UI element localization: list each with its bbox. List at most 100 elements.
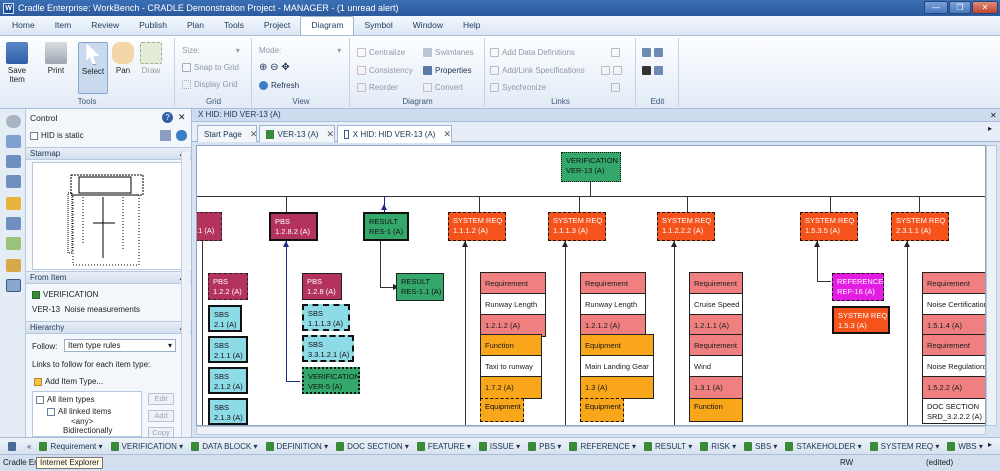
- menu-item[interactable]: Item: [45, 17, 82, 35]
- move-icon[interactable]: ✥: [281, 62, 289, 73]
- select-button[interactable]: Select: [78, 42, 108, 94]
- consistency-button[interactable]: Consistency: [357, 64, 413, 76]
- close-document-icon[interactable]: ✕: [990, 111, 997, 120]
- hid-static-checkbox[interactable]: HID is static: [30, 131, 84, 140]
- type-pbs[interactable]: PBS ▾: [528, 441, 561, 451]
- type-reference[interactable]: REFERENCE ▾: [569, 441, 636, 451]
- node-function-partial[interactable]: Function: [689, 398, 743, 422]
- edit-icon-row-1[interactable]: [642, 46, 666, 58]
- links-extra-icon-2[interactable]: [601, 64, 625, 76]
- item-type-tree[interactable]: All item types All linked items <any> Bi…: [32, 391, 142, 437]
- swimlanes-button[interactable]: Swimlanes: [423, 46, 474, 58]
- node-system-req-1-1-1-3[interactable]: SYSTEM REQ 1.1.1.3 (A): [548, 212, 606, 241]
- gear-icon[interactable]: [6, 115, 21, 128]
- zoom-out-icon[interactable]: ⊖: [270, 62, 278, 73]
- refresh-panel-icon[interactable]: [176, 130, 187, 141]
- requirement-card-runway-length-2[interactable]: Requirement Runway Length 1.2.1.2 (A): [580, 272, 646, 337]
- zoom-in-icon[interactable]: ⊕: [259, 62, 267, 73]
- add-link-specifications-button[interactable]: Add/Link Specifications: [490, 64, 585, 76]
- node-pbs-1-2-8-2[interactable]: PBS 1.2.8.2 (A): [269, 212, 318, 241]
- type-wbs[interactable]: WBS ▾: [947, 441, 983, 451]
- canvas-vertical-scrollbar[interactable]: [986, 145, 997, 426]
- diagram-canvas[interactable]: VERIFICATION VER-13 (A) .1 (A) PBS 1.2.8.2…: [196, 145, 986, 426]
- node-verification-ver-5[interactable]: VERIFICATION VER-5 (A): [302, 367, 360, 394]
- add-button[interactable]: Add: [148, 410, 174, 422]
- chart-icon[interactable]: [6, 217, 21, 230]
- size-field[interactable]: Size: ▾: [182, 44, 240, 56]
- tab-ver-13[interactable]: VER-13 (A) ✕: [259, 125, 335, 142]
- requirement-card-cruise-speed[interactable]: Requirement Cruise Speed 1.2.1.1 (A): [689, 272, 743, 337]
- menu-review[interactable]: Review: [81, 17, 129, 35]
- node-system-req-1-5-3[interactable]: SYSTEM REQ 1.5.3 (A): [832, 306, 890, 334]
- type-sbs[interactable]: SBS ▾: [744, 441, 777, 451]
- refresh-button[interactable]: Refresh: [259, 79, 299, 91]
- node-result-res-1[interactable]: RESULT RES-1 (A): [363, 212, 409, 241]
- close-button[interactable]: ✕: [972, 1, 998, 14]
- node-sbs-3-3-1-2-1[interactable]: SBS 3.3.1.2.1 (A): [302, 335, 354, 362]
- maximize-button[interactable]: ❐: [949, 1, 971, 14]
- node-sbs-1-1-1-3[interactable]: SBS 1.1.1.3 (A): [302, 304, 350, 331]
- type-doc-section[interactable]: DOC SECTION ▾: [336, 441, 409, 451]
- node-sbs-2-1-1[interactable]: SBS 2.1.1 (A): [208, 336, 248, 363]
- node-sbs-2-1[interactable]: SBS 2.1 (A): [208, 305, 242, 332]
- menu-publish[interactable]: Publish: [129, 17, 177, 35]
- type-data-block[interactable]: DATA BLOCK ▾: [191, 441, 258, 451]
- tab-hid-ver-13[interactable]: X HID: HID VER-13 (A) ✕: [337, 125, 452, 143]
- node-pbs-1-2-8[interactable]: PBS 1.2.8 (A): [302, 273, 342, 300]
- node-pbs-1-2-2[interactable]: PBS 1.2.2 (A): [208, 273, 248, 300]
- canvas-horizontal-scrollbar[interactable]: [196, 426, 986, 435]
- mode-field[interactable]: Mode: ▾: [259, 44, 341, 56]
- type-stakeholder[interactable]: STAKEHOLDER ▾: [785, 441, 862, 451]
- menu-project[interactable]: Project: [254, 17, 300, 35]
- menu-window[interactable]: Window: [403, 17, 453, 35]
- properties-button[interactable]: Properties: [423, 64, 471, 76]
- links-extra-icon-1[interactable]: [611, 46, 623, 58]
- left-panel-scrollbar[interactable]: [181, 152, 190, 437]
- function-card-taxi-to-runway[interactable]: Function Taxi to runway 1.7.2 (A): [480, 334, 542, 399]
- node-equipment-partial-2[interactable]: Equipment: [580, 398, 624, 422]
- type-bar-options-icon[interactable]: [8, 441, 19, 451]
- type-risk[interactable]: RISK ▾: [700, 441, 736, 451]
- edit-icon-row-2[interactable]: [642, 64, 666, 76]
- equipment-card-main-landing-gear[interactable]: Equipment Main Landing Gear 1.3 (A): [580, 334, 654, 399]
- menu-symbol[interactable]: Symbol: [354, 17, 402, 35]
- add-data-definitions-button[interactable]: Add Data Definitions: [490, 46, 575, 58]
- node-sbs-2-1-3[interactable]: SBS 2.1.3 (A): [208, 398, 248, 425]
- node-system-req-1-1-1-2[interactable]: SYSTEM REQ 1.1.1.2 (A): [448, 212, 506, 241]
- check-icon[interactable]: [6, 237, 21, 250]
- close-tab-icon[interactable]: ✕: [250, 127, 258, 142]
- tree-all-linked-items[interactable]: All linked items: [47, 407, 111, 416]
- synchronize-button[interactable]: Synchronize: [490, 81, 546, 93]
- convert-button[interactable]: Convert: [423, 81, 463, 93]
- node-reference-ref-16[interactable]: REFERENCE REF-16 (A): [832, 273, 884, 301]
- node-system-req-1-1-2-2-2[interactable]: SYSTEM REQ 1.1.2.2.2 (A): [657, 212, 715, 241]
- node-doc-section[interactable]: DOC SECTION SRD_3.2.2.2 (A): [922, 398, 985, 424]
- type-requirement[interactable]: Requirement ▾: [39, 441, 103, 451]
- reorder-button[interactable]: Reorder: [357, 81, 398, 93]
- minimize-button[interactable]: —: [924, 1, 948, 14]
- print-button[interactable]: Print: [43, 42, 69, 75]
- starmap-header[interactable]: Starmap▲: [26, 147, 191, 160]
- add-item-type-button[interactable]: Add Item Type...: [34, 377, 103, 386]
- node-sbs-2-1-2[interactable]: SBS 2.1.2 (A): [208, 367, 248, 394]
- node-root-verification[interactable]: VERIFICATION VER-13 (A): [561, 152, 621, 182]
- close-tab-icon[interactable]: ✕: [326, 127, 334, 142]
- tab-start-page[interactable]: Start Page ✕: [197, 125, 257, 142]
- node-system-req-1-5-3-5[interactable]: SYSTEM REQ 1.5.3.5 (A): [800, 212, 858, 241]
- type-verification[interactable]: VERIFICATION ▾: [110, 441, 183, 451]
- menu-plan[interactable]: Plan: [177, 17, 214, 35]
- node-result-res-1-1[interactable]: RESULT RES-1.1 (A): [396, 273, 444, 301]
- copy-button[interactable]: Copy: [148, 427, 174, 437]
- list-icon[interactable]: [6, 135, 21, 148]
- menu-help[interactable]: Help: [453, 17, 490, 35]
- type-bar-scroll-right[interactable]: ▸: [988, 440, 992, 449]
- folder-icon[interactable]: [6, 197, 21, 210]
- node-equipment-partial-1[interactable]: Equipment: [480, 398, 524, 422]
- box-icon[interactable]: [6, 259, 21, 272]
- starmap-view[interactable]: [32, 162, 182, 270]
- tree-all-item-types[interactable]: All item types: [36, 395, 95, 404]
- follow-select[interactable]: Item type rules ▾: [64, 339, 176, 352]
- grid-toggle-icon[interactable]: [160, 130, 171, 141]
- menu-tools[interactable]: Tools: [214, 17, 254, 35]
- pan-button[interactable]: Pan: [110, 42, 136, 75]
